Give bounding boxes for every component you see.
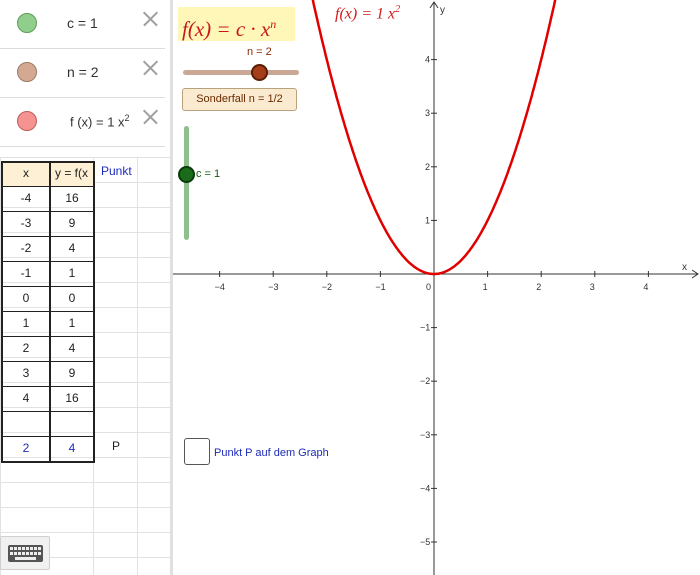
keyboard-button[interactable] bbox=[0, 536, 50, 570]
delete-n-icon[interactable] bbox=[141, 58, 159, 80]
keyboard-icon bbox=[8, 545, 43, 562]
formula-text: f(x) = c · xn bbox=[178, 7, 295, 41]
header-x[interactable]: x bbox=[2, 161, 50, 186]
table-cell[interactable]: 2 bbox=[2, 336, 50, 361]
ticks: −4 −3 −2 −1 0 1 2 3 4 4 3 2 1 −1 −2 −3 −4 −5 bbox=[215, 55, 649, 547]
function-label: f(x) = 1 x2 bbox=[335, 4, 401, 23]
x-tick-label: −2 bbox=[322, 282, 332, 292]
x-tick-label: −3 bbox=[268, 282, 278, 292]
grid-line bbox=[137, 157, 138, 575]
table-cell[interactable]: 1 bbox=[2, 311, 50, 336]
table-cell[interactable]: 4 bbox=[50, 336, 94, 361]
table-cell[interactable]: 1 bbox=[50, 311, 94, 336]
point-y-cell[interactable]: 4 bbox=[50, 436, 94, 461]
table-divider bbox=[1, 286, 95, 287]
n-slider-handle[interactable] bbox=[251, 64, 268, 81]
algebra-item-f[interactable]: f (x) = 1 x2 bbox=[0, 98, 165, 147]
point-x-cell[interactable]: 2 bbox=[2, 436, 50, 461]
point-name-cell[interactable]: P bbox=[112, 439, 120, 453]
table-divider bbox=[1, 386, 95, 387]
x-tick-label: −1 bbox=[375, 282, 385, 292]
c-slider-handle[interactable] bbox=[178, 166, 195, 183]
table-divider bbox=[1, 211, 95, 212]
c-slider-label: c = 1 bbox=[196, 168, 221, 180]
y-axis-label: y bbox=[440, 5, 445, 16]
table-divider bbox=[1, 411, 95, 412]
y-tick-label: 4 bbox=[425, 55, 430, 65]
table-cell[interactable]: 16 bbox=[50, 386, 94, 411]
y-tick-label: −2 bbox=[420, 376, 430, 386]
table-divider bbox=[1, 236, 95, 237]
table-divider bbox=[1, 361, 95, 362]
table-divider bbox=[1, 336, 95, 337]
table-cell[interactable]: 9 bbox=[50, 361, 94, 386]
coordinate-system[interactable]: −4 −3 −2 −1 0 1 2 3 4 4 3 2 1 −1 −2 −3 −4 −5 x y bbox=[173, 0, 700, 575]
header-y[interactable]: y = f(x bbox=[50, 161, 94, 186]
y-tick-label: 3 bbox=[425, 108, 430, 118]
n-slider-label: n = 2 bbox=[247, 46, 272, 58]
algebra-item-n-label: n = 2 bbox=[67, 64, 99, 80]
special-case-button[interactable]: Sonderfall n = 1/2 bbox=[182, 88, 297, 111]
table-divider bbox=[1, 261, 95, 262]
visibility-toggle-n[interactable] bbox=[17, 62, 37, 82]
algebra-item-c[interactable]: c = 1 bbox=[0, 0, 165, 49]
table-cell[interactable]: 3 bbox=[2, 361, 50, 386]
table-cell[interactable]: 4 bbox=[50, 236, 94, 261]
algebra-item-n[interactable]: n = 2 bbox=[0, 49, 165, 98]
table-cell[interactable]: 1 bbox=[50, 261, 94, 286]
visibility-toggle-c[interactable] bbox=[17, 13, 37, 33]
y-tick-label: −3 bbox=[420, 430, 430, 440]
table-cell[interactable]: -3 bbox=[2, 211, 50, 236]
x-tick-label: −4 bbox=[215, 282, 225, 292]
x-tick-label: 4 bbox=[643, 282, 648, 292]
table-cell[interactable]: 4 bbox=[2, 386, 50, 411]
table-cell[interactable]: -1 bbox=[2, 261, 50, 286]
delete-f-icon[interactable] bbox=[141, 107, 159, 129]
show-point-label[interactable]: Punkt P auf dem Graph bbox=[214, 447, 329, 459]
y-tick-label: −1 bbox=[420, 323, 430, 333]
table-divider bbox=[1, 436, 95, 437]
spreadsheet-view: x y = f(x Punkt -4 16 -3 9 -2 4 -1 1 0 0… bbox=[0, 157, 170, 575]
table-divider bbox=[1, 311, 95, 312]
table-cell[interactable]: -4 bbox=[2, 186, 50, 211]
table-cell[interactable]: 0 bbox=[50, 286, 94, 311]
table-cell[interactable]: 0 bbox=[2, 286, 50, 311]
header-punkt[interactable]: Punkt bbox=[101, 164, 132, 178]
table-cell[interactable] bbox=[2, 411, 50, 436]
show-point-checkbox[interactable] bbox=[184, 438, 210, 465]
graphics-view[interactable]: −4 −3 −2 −1 0 1 2 3 4 4 3 2 1 −1 −2 −3 −4 −5 x y f(x) = c… bbox=[173, 0, 700, 575]
delete-c-icon[interactable] bbox=[141, 9, 159, 31]
table-cell[interactable]: 16 bbox=[50, 186, 94, 211]
algebra-item-f-label: f (x) = 1 x2 bbox=[70, 113, 130, 130]
table-cell[interactable]: -2 bbox=[2, 236, 50, 261]
algebra-view: c = 1 n = 2 f (x) = 1 x2 bbox=[0, 0, 165, 147]
y-tick-label: 1 bbox=[425, 215, 430, 225]
y-tick-label: −4 bbox=[420, 483, 430, 493]
y-tick-label: 2 bbox=[425, 162, 430, 172]
n-slider-track[interactable] bbox=[183, 70, 299, 75]
table-cell[interactable] bbox=[50, 411, 94, 436]
y-tick-label: −5 bbox=[420, 537, 430, 547]
table-cell[interactable]: 9 bbox=[50, 211, 94, 236]
x-tick-label: 3 bbox=[590, 282, 595, 292]
visibility-toggle-f[interactable] bbox=[17, 111, 37, 131]
algebra-item-c-label: c = 1 bbox=[67, 15, 98, 31]
x-tick-label: 2 bbox=[536, 282, 541, 292]
x-axis-label: x bbox=[682, 262, 687, 273]
table-divider bbox=[1, 186, 95, 187]
c-slider-track[interactable] bbox=[184, 126, 189, 240]
table-divider bbox=[49, 161, 51, 463]
x-tick-label: 1 bbox=[483, 282, 488, 292]
x-tick-label: 0 bbox=[426, 282, 431, 292]
